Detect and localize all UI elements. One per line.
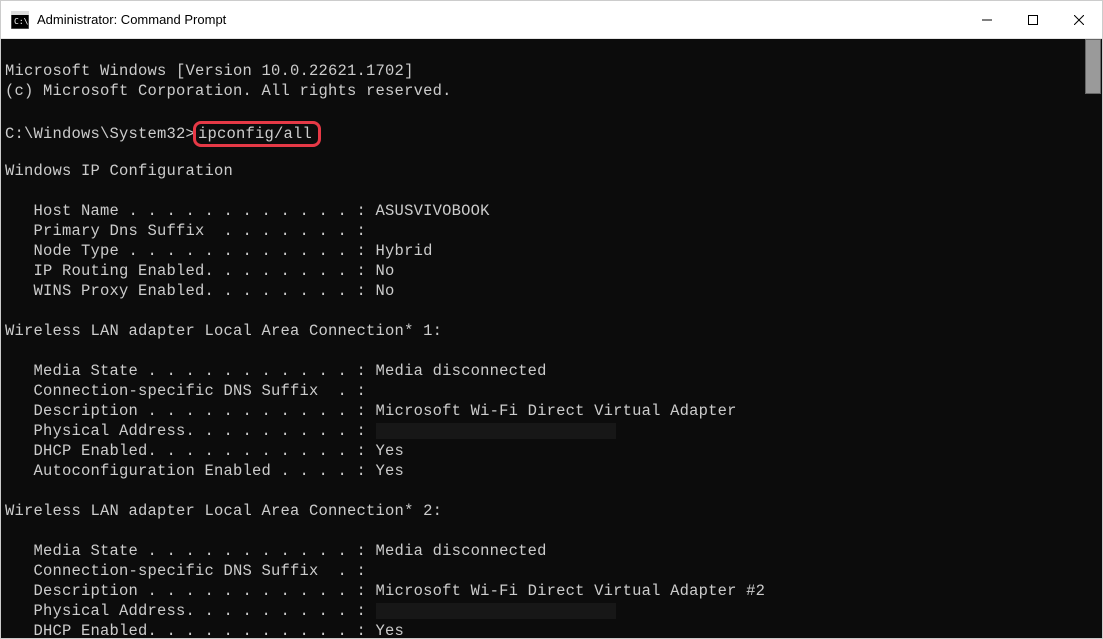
terminal-line: (c) Microsoft Corporation. All rights re… xyxy=(5,81,1098,101)
field-media-state: Media State . . . . . . . . . . . : Medi… xyxy=(5,541,1098,561)
terminal-command: ipconfig/all xyxy=(198,125,312,143)
section-header: Windows IP Configuration xyxy=(5,161,1098,181)
terminal-prompt-line: C:\Windows\System32>ipconfig/all xyxy=(5,121,1098,141)
highlighted-command: ipconfig/all xyxy=(193,121,321,147)
titlebar[interactable]: C:\ Administrator: Command Prompt xyxy=(1,1,1102,39)
field-media-state: Media State . . . . . . . . . . . : Medi… xyxy=(5,361,1098,381)
section-header: Wireless LAN adapter Local Area Connecti… xyxy=(5,501,1098,521)
section-header: Wireless LAN adapter Local Area Connecti… xyxy=(5,321,1098,341)
field-primary-dns: Primary Dns Suffix . . . . . . . : xyxy=(5,221,1098,241)
close-button[interactable] xyxy=(1056,1,1102,38)
redacted-value xyxy=(376,423,616,439)
field-label: Physical Address. . . . . . . . . : xyxy=(5,422,376,440)
field-description: Description . . . . . . . . . . . : Micr… xyxy=(5,401,1098,421)
terminal-blank-line xyxy=(5,341,1098,361)
field-description: Description . . . . . . . . . . . : Micr… xyxy=(5,581,1098,601)
field-label: Physical Address. . . . . . . . . : xyxy=(5,602,376,620)
minimize-button[interactable] xyxy=(964,1,1010,38)
window-title: Administrator: Command Prompt xyxy=(37,12,964,27)
field-host-name: Host Name . . . . . . . . . . . . : ASUS… xyxy=(5,201,1098,221)
field-dhcp: DHCP Enabled. . . . . . . . . . . : Yes xyxy=(5,441,1098,461)
terminal-blank-line xyxy=(5,481,1098,501)
field-physical-address: Physical Address. . . . . . . . . : xyxy=(5,421,1098,441)
window-controls xyxy=(964,1,1102,38)
terminal-blank-line xyxy=(5,301,1098,321)
terminal-blank-line xyxy=(5,181,1098,201)
command-prompt-icon: C:\ xyxy=(11,11,29,29)
terminal-line: Microsoft Windows [Version 10.0.22621.17… xyxy=(5,61,1098,81)
terminal-output[interactable]: Microsoft Windows [Version 10.0.22621.17… xyxy=(1,39,1102,638)
svg-text:C:\: C:\ xyxy=(14,17,29,26)
field-wins-proxy: WINS Proxy Enabled. . . . . . . . : No xyxy=(5,281,1098,301)
vertical-scrollbar-thumb[interactable] xyxy=(1085,39,1101,94)
maximize-button[interactable] xyxy=(1010,1,1056,38)
field-dns-suffix: Connection-specific DNS Suffix . : xyxy=(5,381,1098,401)
field-dhcp: DHCP Enabled. . . . . . . . . . . : Yes xyxy=(5,621,1098,638)
field-dns-suffix: Connection-specific DNS Suffix . : xyxy=(5,561,1098,581)
terminal-prompt: C:\Windows\System32> xyxy=(5,125,195,143)
command-prompt-window: C:\ Administrator: Command Prompt Micros… xyxy=(0,0,1103,639)
field-physical-address: Physical Address. . . . . . . . . : xyxy=(5,601,1098,621)
terminal-blank-line xyxy=(5,101,1098,121)
terminal-blank-line xyxy=(5,521,1098,541)
field-ip-routing: IP Routing Enabled. . . . . . . . : No xyxy=(5,261,1098,281)
terminal-blank-line xyxy=(5,141,1098,161)
field-node-type: Node Type . . . . . . . . . . . . : Hybr… xyxy=(5,241,1098,261)
field-autoconfig: Autoconfiguration Enabled . . . . : Yes xyxy=(5,461,1098,481)
redacted-value xyxy=(376,603,616,619)
